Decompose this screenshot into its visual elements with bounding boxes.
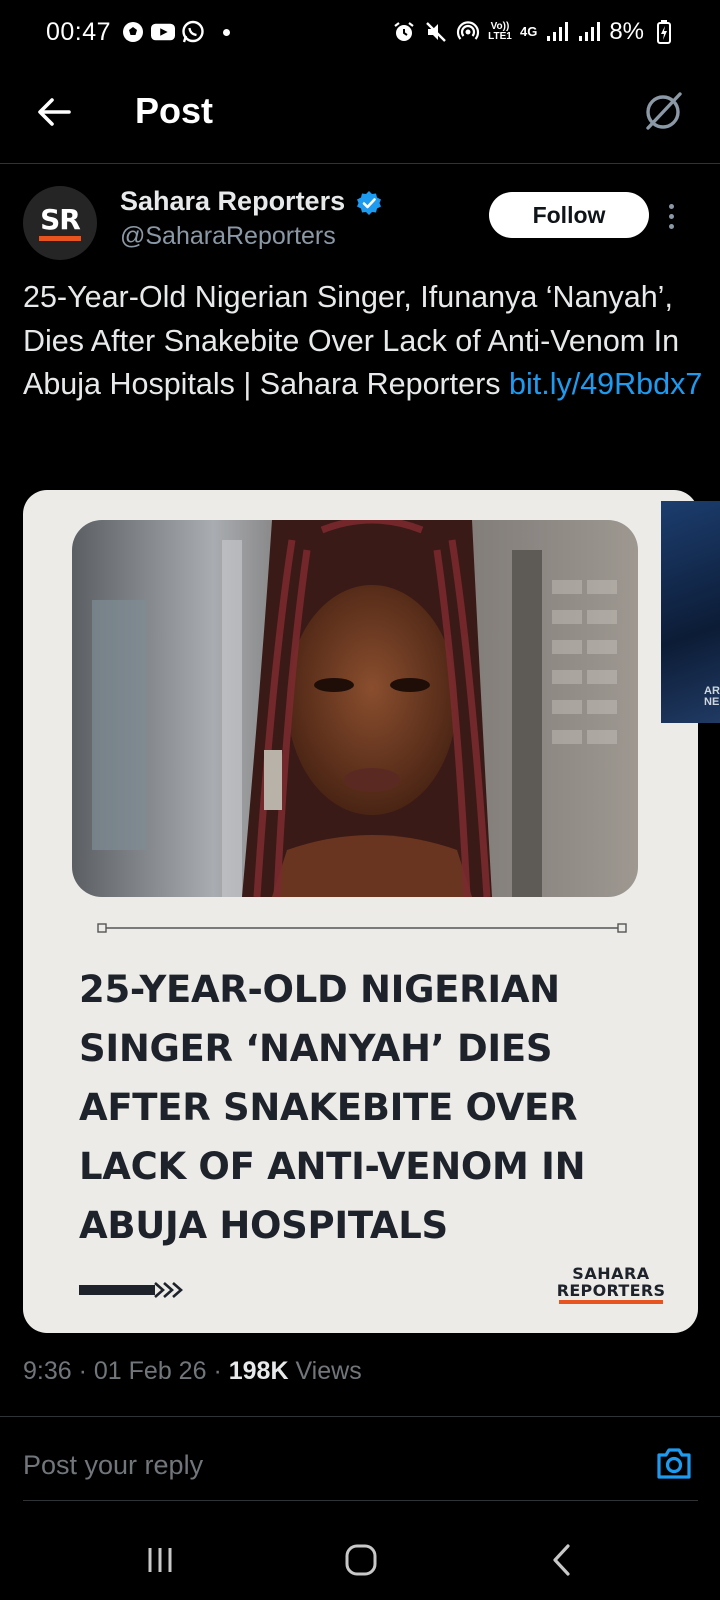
logo-line-1: SAHARA [572,1264,650,1283]
arrow-left-icon [38,98,71,126]
next-media-preview[interactable]: AR NE [661,501,720,723]
signal-1-icon [545,20,569,44]
avatar-initials: SR [40,202,81,236]
post-meta: 9:36 · 01 Feb 26 · 198K Views [23,1357,362,1386]
more-notifications-dot [223,28,231,36]
home-button[interactable] [331,1538,391,1582]
author-handle[interactable]: @SaharaReporters [120,222,336,251]
volte-indicator: Vo)) LTE1 [488,21,512,42]
battery-charging-icon [652,20,676,44]
more-dot-icon [668,203,674,209]
network-type: 4G [519,24,538,39]
camera-icon[interactable] [654,1444,694,1484]
views-label: Views [295,1357,362,1385]
post-time: 9:36 [23,1357,72,1385]
signal-2-icon [577,20,601,44]
logo-line-2: REPORTERS [556,1281,666,1300]
singer-photo [72,520,638,897]
author-name[interactable]: Sahara Reporters [120,186,345,217]
post-author: SR Sahara Reporters @SaharaReporters Fol… [23,186,703,266]
more-dot-icon [668,223,674,229]
post-link[interactable]: bit.ly/49Rbdx7 [509,367,702,401]
home-icon [345,1544,377,1576]
post-media-image[interactable]: 25-YEAR-OLD NIGERIAN SINGER ‘NANYAH’ DIE… [23,490,698,1333]
mute-icon [424,20,448,44]
meta-separator: · [213,1357,229,1385]
back-button[interactable] [34,92,74,132]
follow-button[interactable]: Follow [489,192,649,238]
status-bar: 00:47 Vo)) LTE1 4G 8% [0,0,720,64]
grok-icon[interactable] [640,88,686,134]
decorative-rule [97,923,627,933]
divider [23,1500,698,1501]
post-date: 01 Feb 26 [93,1357,207,1385]
sahara-reporters-logo: SAHARA REPORTERS [556,1266,666,1304]
system-nav-bar [0,1520,720,1600]
post-header: Post [0,64,720,164]
whatsapp-icon [181,20,205,44]
youtube-icon [151,20,176,44]
nav-back-button[interactable] [532,1538,592,1582]
media-headline: 25-YEAR-OLD NIGERIAN SINGER ‘NANYAH’ DIE… [79,968,586,1247]
meta-separator: · [78,1357,94,1385]
nav-back-icon [553,1544,570,1576]
recents-icon [148,1548,172,1572]
arrow-right-icon [79,1282,183,1298]
battery-percent: 8% [609,18,644,45]
more-options-button[interactable] [661,198,681,234]
alarm-icon [392,20,416,44]
system-icons: Vo)) LTE1 4G 8% [392,18,676,46]
divider [0,1416,720,1417]
avatar-accent-bar [39,235,81,241]
page-title: Post [135,90,214,131]
avatar[interactable]: SR [23,186,97,260]
notification-icons [121,20,231,44]
verified-badge-icon [357,191,381,215]
reply-input[interactable] [23,1445,623,1485]
recents-button[interactable] [130,1538,190,1582]
next-media-tag: AR NE [704,685,720,708]
logo-underline [559,1300,663,1304]
hotspot-icon [456,20,480,44]
views-count[interactable]: 198K [229,1357,289,1385]
status-time: 00:47 [46,17,112,46]
more-dot-icon [668,213,674,219]
post-text: 25-Year-Old Nigerian Singer, Ifunanya ‘N… [23,276,703,407]
football-icon [121,20,145,44]
